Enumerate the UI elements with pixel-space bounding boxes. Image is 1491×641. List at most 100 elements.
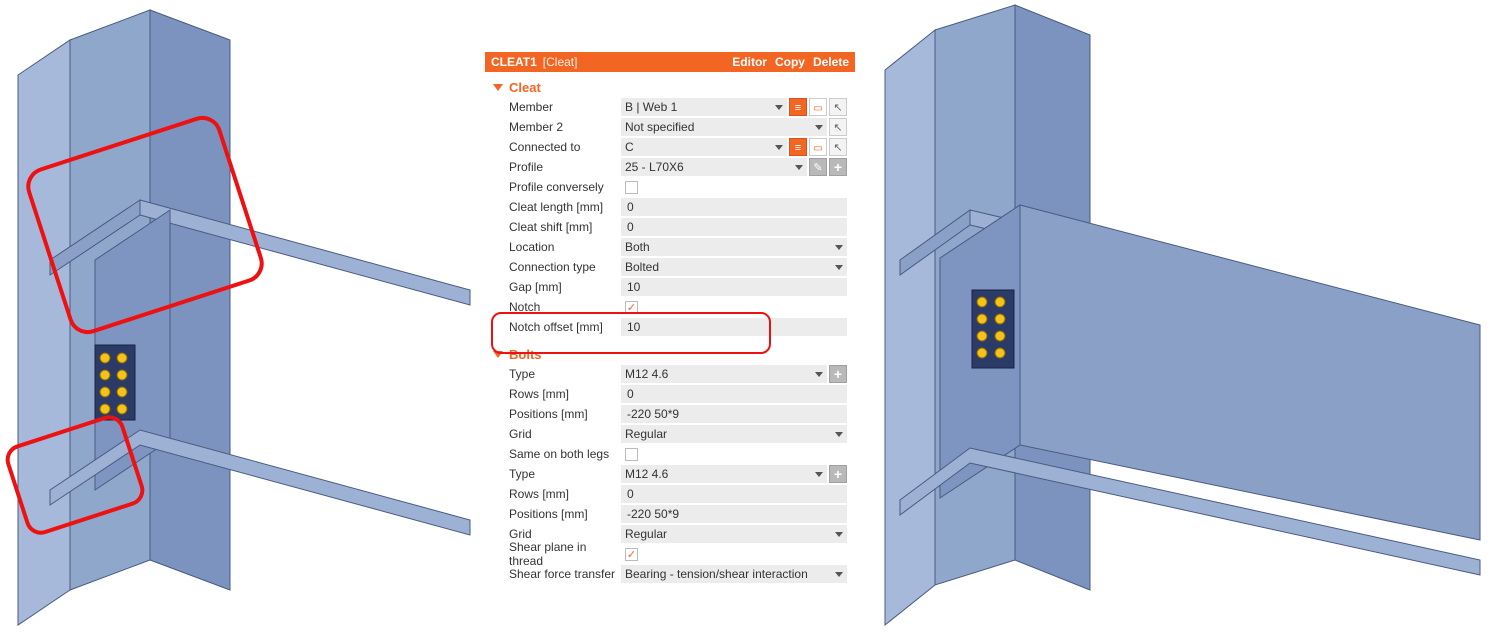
pick-in-model-button[interactable] (829, 98, 847, 116)
label-type2: Type (493, 467, 621, 481)
copy-link[interactable]: Copy (775, 55, 805, 69)
row-notch: Notch (493, 297, 847, 317)
member-highlight-button[interactable] (789, 98, 807, 116)
model-view-right[interactable] (880, 0, 1491, 638)
panel-subtitle: [Cleat] (543, 55, 578, 69)
input-rows2[interactable] (625, 486, 843, 502)
input-cleat_length[interactable] (625, 199, 843, 215)
row-grid1: Grid Regular (493, 424, 847, 444)
label-connected_to: Connected to (493, 140, 621, 154)
row-type1: Type M12 4.6 (493, 364, 847, 384)
dropdown-profile[interactable]: 25 - L70X6 (625, 160, 795, 174)
chevron-down-icon (835, 245, 843, 250)
member-frame-button[interactable] (809, 98, 827, 116)
dropdown-conn_type[interactable]: Bolted (625, 260, 835, 274)
section-cleat-header[interactable]: Cleat (493, 80, 847, 95)
label-profile_conv: Profile conversely (493, 180, 621, 194)
dropdown-member[interactable]: B | Web 1 (625, 100, 775, 114)
label-both_legs: Same on both legs (493, 447, 621, 461)
checkbox-notch[interactable] (625, 301, 638, 314)
dropdown-location[interactable]: Both (625, 240, 835, 254)
row-shear_thr: Shear plane in thread (493, 544, 847, 564)
row-type2: Type M12 4.6 (493, 464, 847, 484)
row-conn_type: Connection type Bolted (493, 257, 847, 277)
member-frame-button[interactable] (809, 138, 827, 156)
dropdown-type1[interactable]: M12 4.6 (625, 367, 815, 381)
row-pos2: Positions [mm] (493, 504, 847, 524)
member-highlight-button[interactable] (789, 138, 807, 156)
row-gap: Gap [mm] (493, 277, 847, 297)
chevron-down-icon (835, 265, 843, 270)
label-grid1: Grid (493, 427, 621, 441)
dropdown-grid1[interactable]: Regular (625, 427, 835, 441)
label-gap: Gap [mm] (493, 280, 621, 294)
row-shear_ft: Shear force transfer Bearing - tension/sh… (493, 564, 847, 584)
checkbox-both_legs[interactable] (625, 448, 638, 461)
input-gap[interactable] (625, 279, 843, 295)
add-button[interactable] (829, 465, 847, 483)
chevron-down-icon (835, 572, 843, 577)
row-rows1: Rows [mm] (493, 384, 847, 404)
dropdown-connected_to[interactable]: C (625, 140, 775, 154)
section-cleat-title: Cleat (509, 80, 541, 95)
input-cleat_shift[interactable] (625, 219, 843, 235)
label-shear_ft: Shear force transfer (493, 567, 621, 581)
chevron-down-icon (775, 145, 783, 150)
property-panel: CLEAT1 [Cleat] Editor Copy Delete Cleat … (485, 52, 855, 586)
input-notch_offset[interactable] (625, 319, 843, 335)
pick-in-model-button[interactable] (829, 118, 847, 136)
label-grid2: Grid (493, 527, 621, 541)
chevron-down-icon (835, 532, 843, 537)
label-conn_type: Connection type (493, 260, 621, 274)
label-member: Member (493, 100, 621, 114)
section-bolts-title: Bolts (509, 347, 542, 362)
panel-header: CLEAT1 [Cleat] Editor Copy Delete (485, 52, 855, 72)
add-button[interactable] (829, 158, 847, 176)
delete-link[interactable]: Delete (813, 55, 849, 69)
chevron-down-icon (835, 432, 843, 437)
edit-button[interactable] (809, 158, 827, 176)
input-rows1[interactable] (625, 386, 843, 402)
label-location: Location (493, 240, 621, 254)
add-button[interactable] (829, 365, 847, 383)
input-pos2[interactable] (625, 506, 843, 522)
editor-link[interactable]: Editor (732, 55, 767, 69)
label-cleat_shift: Cleat shift [mm] (493, 220, 621, 234)
row-pos1: Positions [mm] (493, 404, 847, 424)
row-connected_to: Connected to C (493, 137, 847, 157)
pick-in-model-button[interactable] (829, 138, 847, 156)
label-rows1: Rows [mm] (493, 387, 621, 401)
row-location: Location Both (493, 237, 847, 257)
row-notch_offset: Notch offset [mm] (493, 317, 847, 337)
model-view-left[interactable] (0, 0, 478, 638)
section-bolts-header[interactable]: Bolts (493, 347, 847, 362)
collapse-icon (493, 351, 503, 358)
dropdown-member2[interactable]: Not specified (625, 120, 815, 134)
row-member: Member B | Web 1 (493, 97, 847, 117)
row-rows2: Rows [mm] (493, 484, 847, 504)
label-type1: Type (493, 367, 621, 381)
label-rows2: Rows [mm] (493, 487, 621, 501)
label-notch: Notch (493, 300, 621, 314)
label-member2: Member 2 (493, 120, 621, 134)
label-profile: Profile (493, 160, 621, 174)
dropdown-grid2[interactable]: Regular (625, 527, 835, 541)
row-profile_conv: Profile conversely (493, 177, 847, 197)
dropdown-type2[interactable]: M12 4.6 (625, 467, 815, 481)
label-notch_offset: Notch offset [mm] (493, 320, 621, 334)
chevron-down-icon (815, 372, 823, 377)
chevron-down-icon (775, 105, 783, 110)
row-cleat_length: Cleat length [mm] (493, 197, 847, 217)
panel-title: CLEAT1 (491, 55, 537, 69)
row-profile: Profile 25 - L70X6 (493, 157, 847, 177)
collapse-icon (493, 84, 503, 91)
chevron-down-icon (795, 165, 803, 170)
row-both_legs: Same on both legs (493, 444, 847, 464)
label-cleat_length: Cleat length [mm] (493, 200, 621, 214)
label-pos2: Positions [mm] (493, 507, 621, 521)
input-pos1[interactable] (625, 406, 843, 422)
checkbox-shear_thr[interactable] (625, 548, 638, 561)
dropdown-shear_ft[interactable]: Bearing - tension/shear interaction (625, 567, 835, 581)
checkbox-profile_conv[interactable] (625, 181, 638, 194)
chevron-down-icon (815, 472, 823, 477)
